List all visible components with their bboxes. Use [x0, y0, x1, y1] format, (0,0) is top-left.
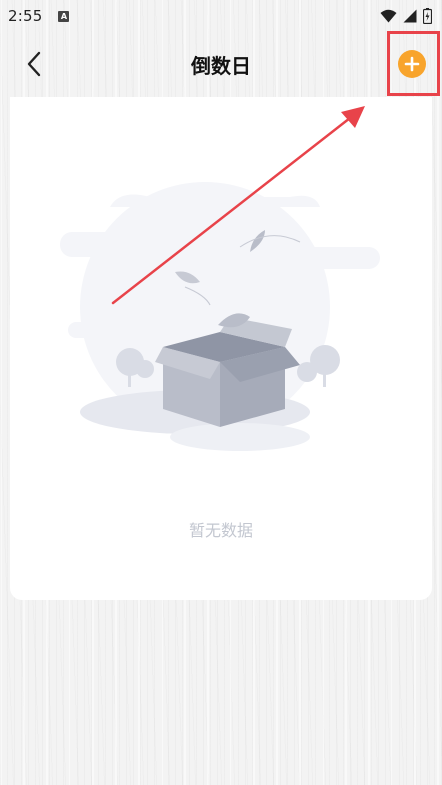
- app-header: 倒数日: [0, 32, 442, 96]
- empty-state-text: 暂无数据: [188, 521, 253, 540]
- status-bar: 2:55 A: [0, 0, 442, 32]
- plus-circle-icon: [404, 56, 420, 72]
- wifi-icon: [380, 9, 397, 23]
- status-time: 2:55: [8, 7, 43, 25]
- content-card: 暂无数据: [10, 97, 432, 600]
- status-app-icon: A: [58, 10, 70, 22]
- signal-icon: [403, 9, 417, 23]
- add-button[interactable]: [398, 50, 426, 78]
- empty-box-icon: [60, 182, 380, 451]
- battery-icon: [423, 8, 432, 24]
- status-icons: [380, 8, 432, 24]
- page-title: 倒数日: [191, 54, 251, 78]
